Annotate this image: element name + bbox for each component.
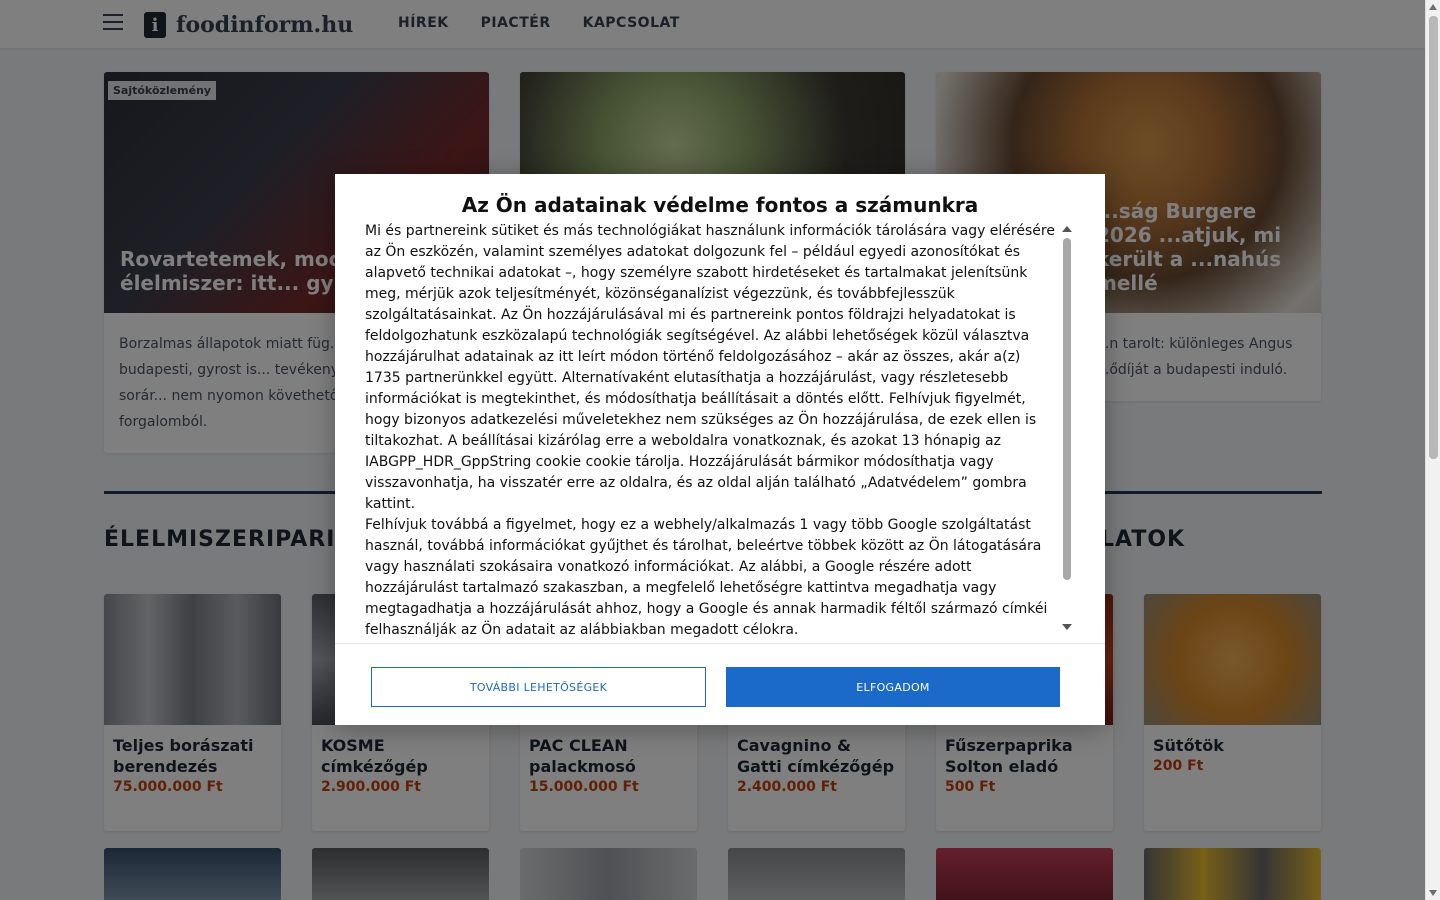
consent-body[interactable]: Mi és partnereink sütiket és más technol… — [365, 221, 1057, 641]
more-options-button[interactable]: TOVÁBBI LEHETŐSÉGEK — [371, 667, 706, 707]
consent-scrollbar[interactable] — [1062, 224, 1072, 634]
consent-paragraph: Felhívjuk továbbá a figyelmet, hogy ez a… — [365, 517, 1048, 638]
accept-button[interactable]: ELFOGADOM — [726, 667, 1060, 707]
consent-paragraph: Mi és partnereink sütiket és más technol… — [365, 223, 1055, 512]
scroll-down-icon[interactable] — [1062, 624, 1072, 630]
page-scrollbar[interactable] — [1425, 0, 1440, 900]
scrollbar-thumb[interactable] — [1063, 238, 1071, 580]
consent-dialog: Az Ön adatainak védelme fontos a számunk… — [335, 174, 1105, 725]
consent-title: Az Ön adatainak védelme fontos a számunk… — [461, 193, 979, 217]
scroll-down-icon[interactable] — [1429, 890, 1437, 896]
scroll-up-icon[interactable] — [1062, 226, 1072, 232]
scroll-up-icon[interactable] — [1429, 4, 1437, 10]
scrollbar-thumb[interactable] — [1429, 16, 1438, 459]
consent-footer: TOVÁBBI LEHETŐSÉGEK ELFOGADOM — [335, 643, 1105, 725]
